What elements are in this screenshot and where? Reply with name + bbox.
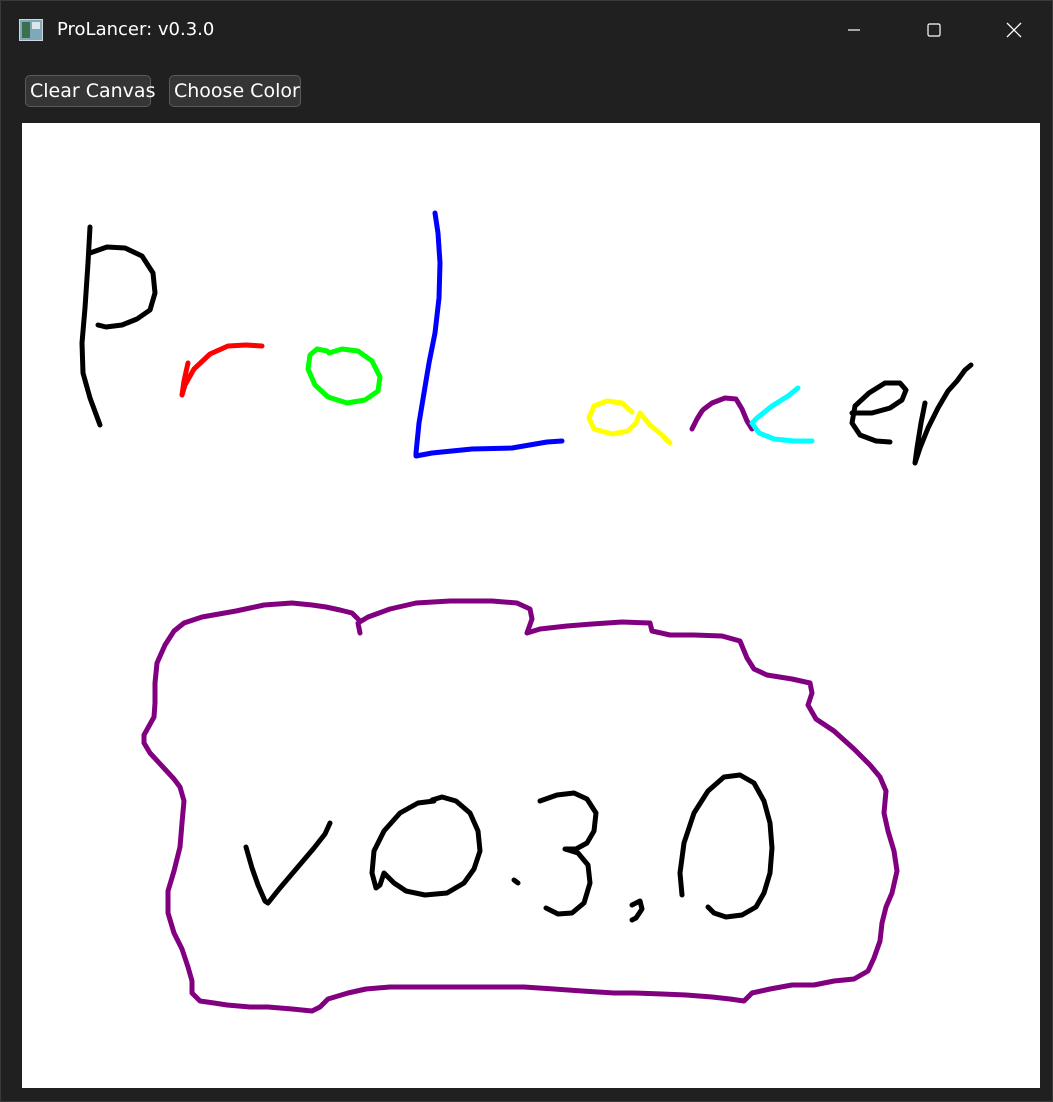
stroke-digit-0a xyxy=(369,794,483,898)
stroke-letter-r2 xyxy=(912,362,974,466)
stroke-letter-e xyxy=(849,380,909,445)
stroke-letter-c xyxy=(749,385,815,444)
stroke-cloud-outline xyxy=(141,598,900,1014)
clear-canvas-button[interactable]: Clear Canvas xyxy=(25,75,155,107)
maximize-icon xyxy=(927,23,941,37)
minimize-button[interactable] xyxy=(814,1,894,59)
stroke-dot-1 xyxy=(511,877,521,886)
stroke-letter-n xyxy=(689,395,755,432)
maximize-button[interactable] xyxy=(894,1,974,59)
stroke-comma xyxy=(629,898,645,923)
choose-color-button[interactable]: Choose Color xyxy=(169,75,301,107)
stroke-digit-3 xyxy=(537,790,599,917)
window-title: ProLancer: v0.3.0 xyxy=(57,19,215,40)
close-button[interactable] xyxy=(974,1,1053,59)
toolbar: Clear Canvas Choose Color xyxy=(1,59,1052,121)
close-icon xyxy=(1006,22,1022,38)
app-window-icon xyxy=(19,19,43,41)
title-bar[interactable]: ProLancer: v0.3.0 xyxy=(1,1,1052,59)
app-window: ProLancer: v0.3.0 Clear Canvas Choose Co… xyxy=(0,0,1053,1102)
stroke-letter-p-bowl xyxy=(87,244,158,330)
stroke-letter-a xyxy=(586,398,673,446)
stroke-letter-o xyxy=(305,346,383,406)
stroke-letter-l xyxy=(413,210,565,459)
stroke-letter-v xyxy=(243,820,333,906)
stroke-digit-0b xyxy=(677,772,775,920)
stroke-letter-r xyxy=(179,342,265,398)
canvas-drawing xyxy=(79,210,974,1014)
minimize-icon xyxy=(848,29,860,31)
drawing-canvas[interactable] xyxy=(22,123,1040,1088)
